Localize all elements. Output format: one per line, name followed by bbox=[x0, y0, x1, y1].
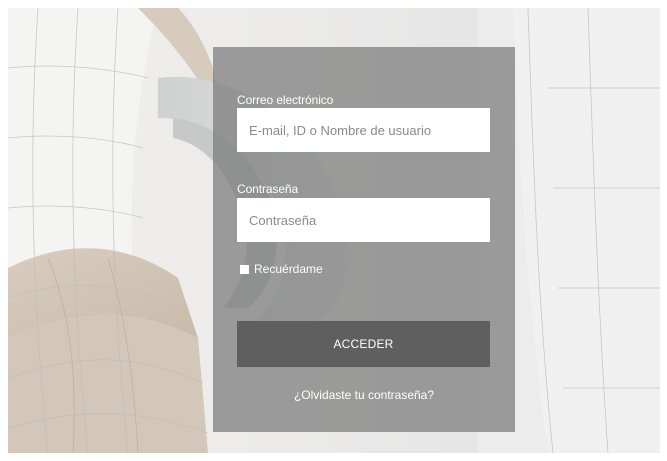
login-form-panel: Correo electrónico Contraseña Recuérdame… bbox=[213, 47, 515, 432]
submit-button[interactable]: ACCEDER bbox=[237, 321, 490, 367]
login-page: Correo electrónico Contraseña Recuérdame… bbox=[0, 0, 667, 461]
password-label: Contraseña bbox=[237, 182, 299, 196]
email-field[interactable] bbox=[237, 108, 490, 152]
remember-me-checkbox[interactable] bbox=[240, 264, 249, 274]
forgot-password-link[interactable]: ¿Olvidaste tu contraseña? bbox=[213, 388, 515, 402]
remember-me-row[interactable]: Recuérdame bbox=[240, 262, 323, 276]
password-field[interactable] bbox=[237, 198, 490, 242]
email-label: Correo electrónico bbox=[237, 93, 334, 107]
remember-me-label: Recuérdame bbox=[254, 262, 323, 276]
